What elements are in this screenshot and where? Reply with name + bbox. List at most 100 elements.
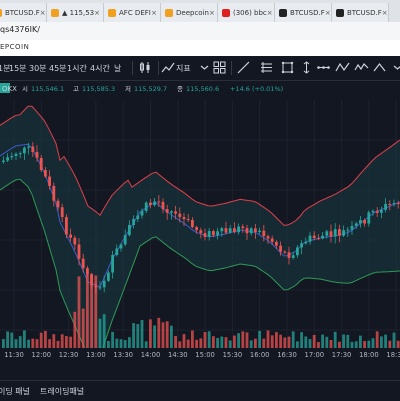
time-axis-label: 11:30 bbox=[4, 351, 24, 359]
more-tools-icon[interactable] bbox=[390, 60, 400, 75]
timeframe-4h[interactable]: 4시간 bbox=[90, 63, 110, 74]
volume-bar bbox=[333, 331, 337, 348]
browser-tab[interactable]: BTCUSD.F × bbox=[0, 3, 47, 22]
legend-low-label: 저 bbox=[125, 84, 131, 93]
browser-tab[interactable]: (306) bbc × bbox=[218, 3, 275, 22]
volume-bar bbox=[107, 341, 110, 348]
candle bbox=[90, 273, 93, 286]
browser-tab[interactable]: BTCUSD.F × bbox=[332, 3, 389, 22]
candle bbox=[170, 211, 173, 213]
close-icon[interactable]: × bbox=[325, 9, 331, 17]
volume-bar bbox=[136, 324, 140, 348]
candle bbox=[254, 228, 257, 233]
candle bbox=[296, 247, 299, 256]
indicators-icon[interactable] bbox=[161, 60, 176, 75]
candle bbox=[140, 210, 144, 216]
legend-high-value: 115,585.3 bbox=[82, 85, 115, 93]
candle bbox=[52, 185, 56, 201]
candle bbox=[207, 231, 211, 237]
volume-bar bbox=[23, 330, 26, 348]
long-position-icon[interactable] bbox=[372, 60, 387, 75]
candle bbox=[359, 220, 362, 224]
elliott-wave-icon[interactable] bbox=[354, 60, 369, 75]
price-chart[interactable]: 11:30 12:00 12:30 13:00 13:30 14:00 14:30 15:00… bbox=[0, 80, 400, 380]
timeframe-1h[interactable]: 1시간 bbox=[67, 63, 87, 74]
candle-style-icon[interactable] bbox=[138, 60, 153, 75]
volume-bar bbox=[338, 341, 341, 348]
volume-bar bbox=[312, 334, 316, 348]
candle bbox=[363, 220, 366, 224]
volume-bar bbox=[304, 336, 308, 348]
volume-bar bbox=[44, 330, 47, 348]
volume-bar bbox=[321, 334, 324, 348]
candle bbox=[60, 207, 64, 218]
timeframe-30m[interactable]: 30분 bbox=[29, 63, 47, 74]
tab-favicon-icon bbox=[165, 8, 173, 17]
close-icon[interactable]: × bbox=[267, 9, 273, 17]
bottom-tab-trading-panel[interactable]: 트레이딩패널 bbox=[40, 386, 84, 397]
time-axis-label: 18:30 bbox=[386, 351, 400, 359]
zigzag-pattern-icon[interactable] bbox=[335, 60, 350, 75]
tab-favicon-icon bbox=[108, 8, 116, 17]
chevron-down-icon[interactable] bbox=[197, 60, 212, 75]
candle bbox=[396, 203, 400, 205]
candlestick-chart[interactable]: 11:30 12:00 12:30 13:00 13:30 14:00 14:30 15:00… bbox=[0, 80, 400, 380]
close-icon[interactable]: × bbox=[382, 9, 388, 17]
rectangle-tool-icon[interactable] bbox=[280, 60, 295, 75]
time-axis: 11:30 12:00 12:30 13:00 13:30 14:00 14:30 15:00… bbox=[0, 348, 400, 380]
candle bbox=[237, 226, 240, 233]
candle bbox=[371, 210, 375, 213]
candle bbox=[10, 155, 14, 158]
volume-bar bbox=[132, 323, 135, 348]
measure-tool-icon[interactable] bbox=[299, 60, 314, 75]
bottom-tab-panel[interactable]: 이딩 패널 bbox=[0, 386, 30, 397]
candle bbox=[228, 228, 232, 233]
browser-tab[interactable]: AFC DEFI × bbox=[104, 3, 161, 22]
volume-bar bbox=[27, 339, 30, 348]
close-icon[interactable]: × bbox=[40, 9, 46, 17]
volume-bar bbox=[182, 334, 186, 348]
volume-bar bbox=[392, 332, 396, 348]
candle bbox=[249, 228, 253, 234]
candle bbox=[161, 201, 165, 210]
tab-title: AFC DEFI bbox=[119, 8, 151, 17]
tab-favicon-icon bbox=[51, 8, 59, 17]
indicators-button[interactable]: 지표 bbox=[176, 63, 191, 74]
volume-bar bbox=[342, 334, 345, 348]
horizontal-lines-icon[interactable] bbox=[259, 60, 274, 75]
timeframe-15m[interactable]: 15분 bbox=[9, 63, 27, 74]
close-icon[interactable]: × bbox=[94, 9, 100, 17]
time-axis-label: 18:00 bbox=[359, 351, 379, 359]
volume-bar bbox=[115, 338, 119, 348]
candle bbox=[182, 217, 186, 220]
time-axis-label: 13:30 bbox=[113, 351, 133, 359]
volume-bar bbox=[220, 336, 224, 348]
time-axis-label: 15:00 bbox=[195, 351, 215, 359]
address-bar[interactable]: qs4376IK/ bbox=[0, 22, 400, 41]
volume-bar bbox=[31, 338, 35, 348]
candle bbox=[266, 236, 270, 239]
volume-bar bbox=[178, 341, 182, 348]
browser-tab[interactable]: ▲ 115,53 × bbox=[47, 3, 104, 22]
close-icon[interactable]: × bbox=[151, 9, 157, 17]
trend-line-icon[interactable] bbox=[236, 60, 251, 75]
volume-bar bbox=[384, 334, 387, 348]
candle bbox=[333, 229, 337, 237]
candle bbox=[27, 146, 30, 148]
legend-open-value: 115,546.1 bbox=[31, 85, 64, 93]
volume-bar bbox=[396, 340, 400, 348]
timeframe-1d[interactable]: 날 bbox=[114, 63, 121, 74]
url-text[interactable]: qs4376IK/ bbox=[0, 25, 40, 34]
volume-bar bbox=[245, 332, 249, 348]
volume-bar bbox=[325, 336, 329, 348]
candle bbox=[73, 237, 77, 245]
site-logo-text[interactable]: EPCOIN bbox=[0, 43, 29, 51]
path-tool-icon[interactable] bbox=[316, 60, 331, 75]
close-icon[interactable]: × bbox=[209, 9, 215, 17]
browser-tab[interactable]: BTCUSD.F × bbox=[275, 3, 332, 22]
timeframe-45m[interactable]: 45분 bbox=[49, 63, 67, 74]
layout-grid-icon[interactable] bbox=[212, 60, 227, 75]
browser-tab[interactable]: Deepcoin × bbox=[161, 3, 218, 22]
volume-bar bbox=[203, 332, 207, 348]
candle bbox=[77, 244, 81, 259]
